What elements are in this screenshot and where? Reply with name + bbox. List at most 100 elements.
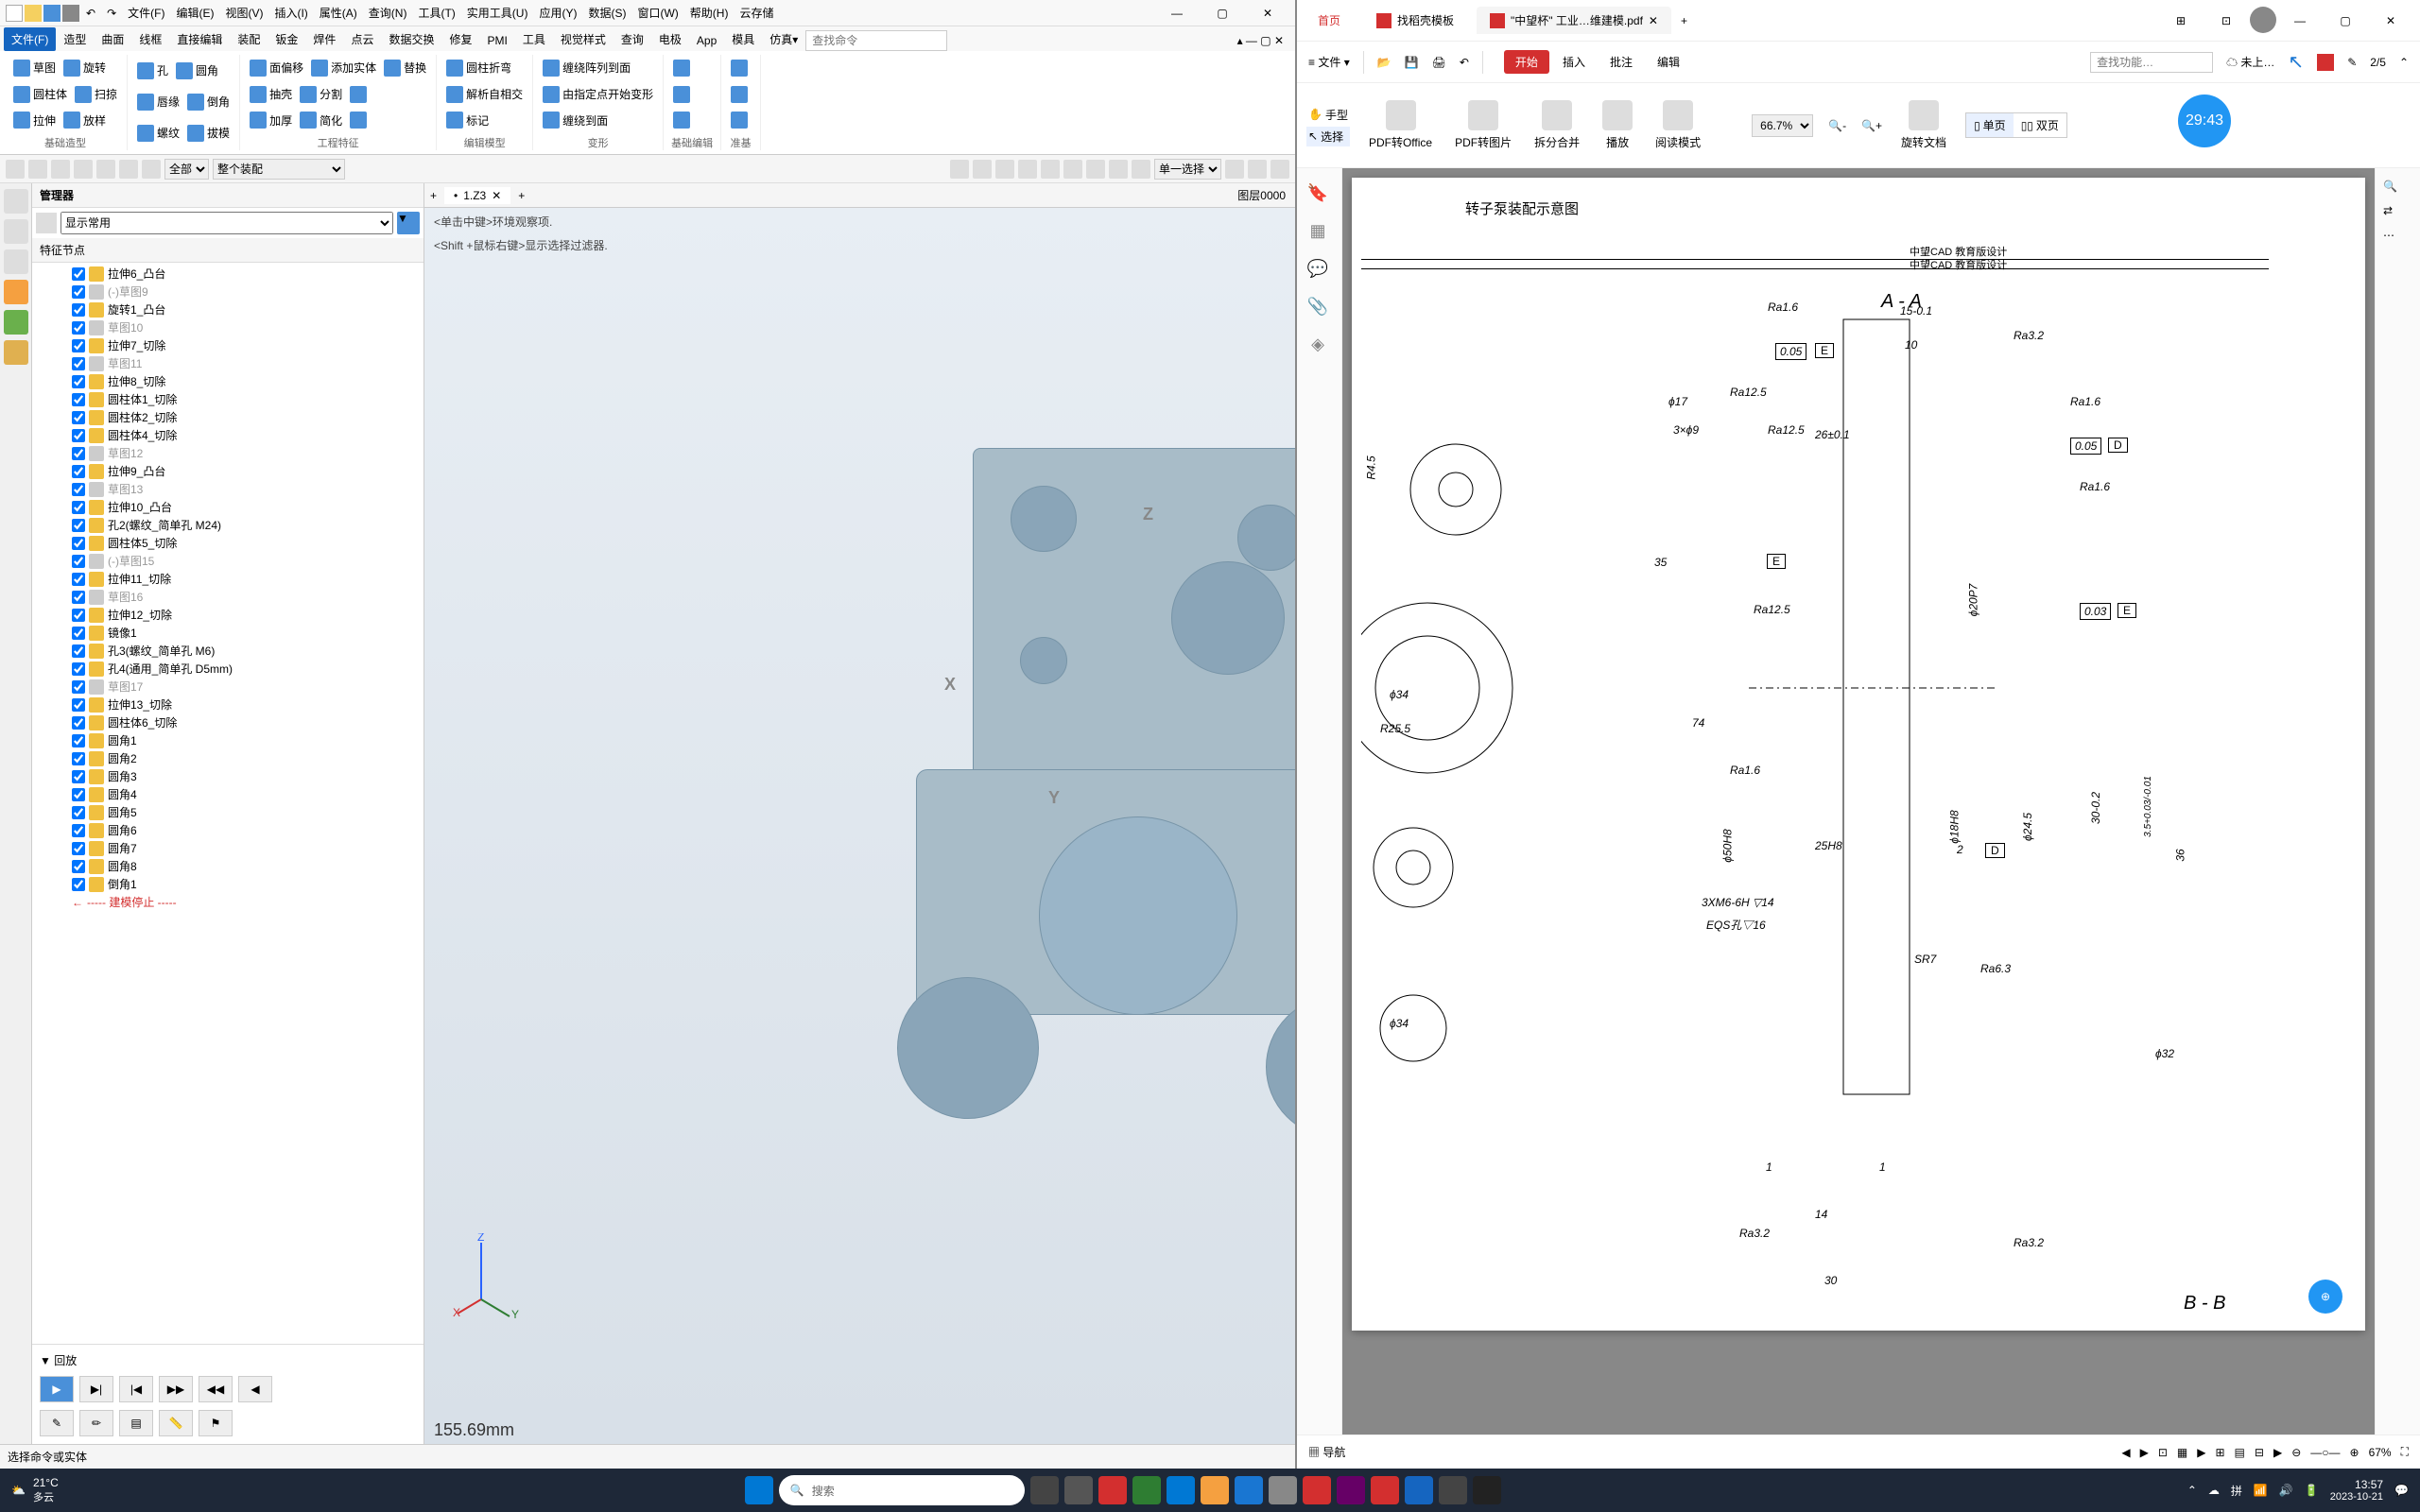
tab-add2-icon[interactable]: + — [518, 189, 525, 202]
read-mode-button[interactable]: 阅读模式 — [1651, 96, 1704, 154]
flag-icon[interactable]: ⚑ — [199, 1410, 233, 1436]
tb-icon[interactable] — [1109, 160, 1128, 179]
rtab-insert[interactable]: 插入 — [1551, 50, 1597, 74]
tree-checkbox[interactable] — [72, 591, 85, 604]
ribbon-item[interactable] — [671, 110, 695, 130]
tree-item[interactable]: 倒角1 — [34, 875, 422, 893]
tree-item[interactable]: 拉伸8_切除 — [34, 372, 422, 390]
start-button[interactable]: ◀◀ — [199, 1376, 233, 1402]
tree-checkbox[interactable] — [72, 357, 85, 370]
cad-icon[interactable] — [1405, 1476, 1433, 1504]
tab-point[interactable]: 点云 — [343, 27, 381, 51]
tree-item[interactable]: 孔3(螺纹_简单孔 M6) — [34, 642, 422, 660]
tree-item[interactable]: 孔4(通用_简单孔 D5mm) — [34, 660, 422, 678]
tree-item[interactable]: 圆柱体5_切除 — [34, 534, 422, 552]
pick-icon[interactable]: ✎ — [40, 1410, 74, 1436]
tree-item[interactable]: 拉伸6_凸台 — [34, 265, 422, 283]
tree-item[interactable]: 圆角2 — [34, 749, 422, 767]
tree-item[interactable]: 旋转1_凸台 — [34, 301, 422, 318]
list-icon[interactable]: ▤ — [119, 1410, 153, 1436]
ribbon-item[interactable]: 加厚 — [248, 110, 294, 130]
tree-checkbox[interactable] — [72, 860, 85, 873]
menu-file[interactable]: 文件(F) — [123, 3, 169, 23]
avatar-icon[interactable] — [2250, 7, 2276, 33]
ribbon-item[interactable] — [729, 84, 752, 105]
tab-visual[interactable]: 视觉样式 — [553, 27, 614, 51]
tree-checkbox[interactable] — [72, 734, 85, 747]
file-tab[interactable]: 文件(F) — [4, 27, 56, 51]
tree-checkbox[interactable] — [72, 555, 85, 568]
document-tab[interactable]: • 1.Z3 ✕ — [444, 187, 510, 204]
nav-toggle[interactable]: ▦ 导航 — [1308, 1444, 1345, 1460]
pen-icon[interactable]: ✎ — [2347, 56, 2357, 69]
tb-icon[interactable] — [74, 160, 93, 179]
tool-icon[interactable]: ⊞ — [2215, 1446, 2224, 1459]
tree-checkbox[interactable] — [72, 339, 85, 352]
app-icon[interactable] — [1098, 1476, 1127, 1504]
rewind-button[interactable]: ◀ — [238, 1376, 272, 1402]
rotate-button[interactable]: 旋转文档 — [1897, 96, 1950, 154]
ribbon-item[interactable]: 替换 — [382, 58, 428, 78]
tb-icon[interactable] — [51, 160, 70, 179]
bookmark-icon[interactable]: 🔖 — [1305, 180, 1331, 206]
tree-checkbox[interactable] — [72, 662, 85, 676]
tab-home[interactable]: 首页 — [1305, 7, 1354, 34]
ribbon-item[interactable]: 添加实体 — [309, 58, 378, 78]
tree-item[interactable]: 拉伸9_凸台 — [34, 462, 422, 480]
tree-checkbox[interactable] — [72, 483, 85, 496]
fullscreen-icon[interactable]: ⛶ — [2401, 1445, 2409, 1459]
qat-open-icon[interactable] — [25, 5, 42, 22]
collapse-icon[interactable]: ⌃ — [2399, 56, 2409, 69]
tool-icon[interactable]: ▶ — [2273, 1446, 2282, 1459]
tb-icon[interactable] — [119, 160, 138, 179]
tb-icon[interactable] — [995, 160, 1014, 179]
zoom-in-icon[interactable]: 🔍+ — [1861, 119, 1882, 132]
single-page-button[interactable]: ▯单页 — [1966, 113, 2014, 137]
grid-icon[interactable]: ▦ — [2177, 1446, 2187, 1459]
tree-checkbox[interactable] — [72, 303, 85, 317]
tray-battery-icon[interactable]: 🔋 — [2305, 1484, 2319, 1497]
tree-checkbox[interactable] — [72, 842, 85, 855]
sync-label[interactable]: ☁ 未上… — [2226, 54, 2274, 70]
menu-app[interactable]: 应用(Y) — [534, 3, 581, 23]
ribbon-item[interactable]: 缠绕到面 — [541, 110, 610, 130]
menu-query[interactable]: 查询(N) — [364, 3, 412, 23]
app-icon[interactable] — [1439, 1476, 1467, 1504]
tree-item[interactable]: 圆角7 — [34, 839, 422, 857]
tree-item[interactable]: 圆角5 — [34, 803, 422, 821]
sb-icon[interactable] — [4, 189, 28, 214]
playback-label[interactable]: ▼ 回放 — [36, 1349, 420, 1372]
ribbon-item[interactable]: 草图 — [11, 58, 58, 78]
menu-cloud[interactable]: 云存储 — [735, 3, 778, 23]
tree-checkbox[interactable] — [72, 285, 85, 299]
cursor-icon[interactable]: ↖ — [2288, 50, 2304, 74]
tree-checkbox[interactable] — [72, 519, 85, 532]
tree-item[interactable]: 圆角1 — [34, 731, 422, 749]
app-icon[interactable] — [1337, 1476, 1365, 1504]
ribbon-item[interactable]: 圆角 — [174, 60, 220, 81]
tb-icon[interactable] — [973, 160, 992, 179]
tree-checkbox[interactable] — [72, 878, 85, 891]
fit-icon[interactable]: ⊡ — [2158, 1446, 2168, 1459]
tab-template[interactable]: 找稻壳模板 — [1363, 7, 1467, 34]
pdf-minimize-icon[interactable]: — — [2278, 7, 2322, 35]
ribbon-item[interactable] — [729, 58, 752, 78]
task-view-icon[interactable] — [1030, 1476, 1059, 1504]
menu-window[interactable]: 窗口(W) — [632, 3, 683, 23]
edit-icon[interactable]: ✏ — [79, 1410, 113, 1436]
app-icon[interactable] — [1132, 1476, 1161, 1504]
open-icon[interactable]: 📂 — [1377, 56, 1392, 69]
tab-direct[interactable]: 直接编辑 — [169, 27, 230, 51]
select-tool[interactable]: ↖选择 — [1306, 127, 1350, 146]
tab-mold[interactable]: 模具 — [724, 27, 762, 51]
zoom-out2-icon[interactable]: ⊖ — [2291, 1446, 2301, 1459]
tab-weld[interactable]: 焊件 — [305, 27, 343, 51]
tb-icon[interactable] — [1018, 160, 1037, 179]
ribbon-item[interactable]: 由指定点开始变形 — [541, 84, 655, 105]
wps-icon[interactable] — [1371, 1476, 1399, 1504]
ribbon-item[interactable]: 唇缘 — [135, 92, 182, 112]
tab-sim[interactable]: 仿真▾ — [762, 27, 805, 51]
record-icon[interactable] — [2317, 54, 2334, 71]
tab-add-icon[interactable]: + — [430, 189, 437, 202]
tree-checkbox[interactable] — [72, 537, 85, 550]
